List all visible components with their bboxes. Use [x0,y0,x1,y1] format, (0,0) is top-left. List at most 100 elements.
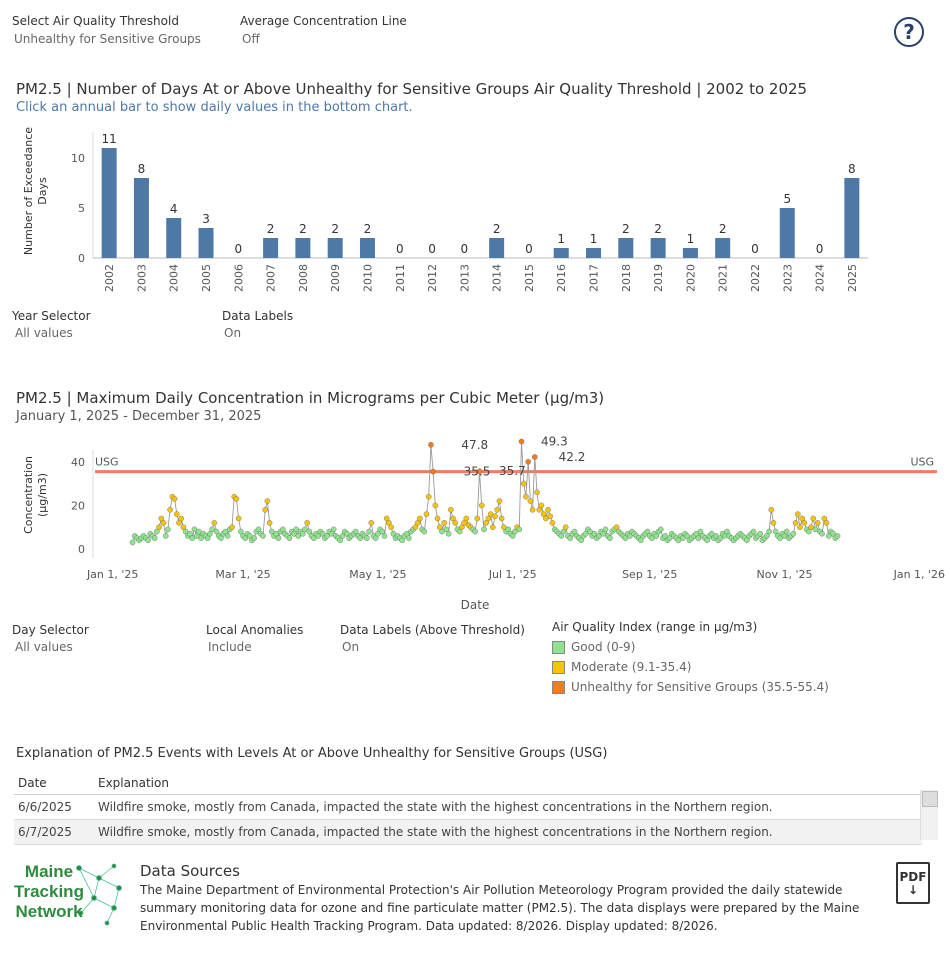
x-tick-label: 2022 [749,264,762,292]
bar-2002 [101,148,117,258]
daily-point [260,533,266,539]
year-selector-value[interactable]: All values [15,326,73,340]
x-tick-label: 2019 [652,264,665,292]
explanation-table-container[interactable]: Date Explanation 6/6/2025 Wildfire smoke… [14,772,922,845]
pdf-download-icon[interactable]: PDF ↓ [896,862,930,904]
daily-point [235,515,242,522]
daily-point [452,520,459,526]
data-sources-body: The Maine Department of Environmental Pr… [140,883,860,933]
x-tick-label: 2013 [458,264,471,292]
scrollbar-thumb[interactable] [922,791,938,807]
table-row[interactable]: 6/7/2025 Wildfire smoke, mostly from Can… [14,819,922,845]
avg-line-filter-label: Average Concentration Line [240,14,407,28]
daily-concentration-chart[interactable]: Concentration(µg/m3) 0 20 40 Jan 1, '25 Mar 1… [0,430,950,615]
annual-exceedance-bar-chart[interactable]: Number of ExceedanceDays0510112002820034… [0,118,950,303]
daily-point [366,528,372,535]
x-tick-label: 2024 [814,264,827,292]
daily-point [472,528,478,535]
table-row[interactable]: 6/6/2025 Wildfire smoke, mostly from Can… [14,794,922,820]
column-header-explanation: Explanation [94,772,922,795]
local-anomalies-value[interactable]: Include [208,640,252,654]
daily-point [368,520,375,526]
avg-line-filter-value[interactable]: Off [242,32,260,46]
bar-2023 [779,208,795,258]
daily-point [801,520,808,526]
point-data-label: 35.5 [464,465,491,479]
data-labels-label: Data Labels [222,309,294,323]
daily-point [229,524,235,530]
aqi-legend: Air Quality Index (range in µg/m3) Good … [552,620,829,697]
day-selector-value[interactable]: All values [15,640,73,654]
data-labels-value[interactable]: On [224,326,241,340]
x-tick-label: 2014 [491,264,504,292]
threshold-filter-value[interactable]: Unhealthy for Sensitive Groups [14,32,201,46]
daily-point [478,502,485,509]
y-axis-title: Number of ExceedanceDays [22,127,49,255]
threshold-label-right: USG [910,456,934,469]
legend-item-good[interactable]: Good (0-9) [552,637,829,657]
year-selector-label: Year Selector [12,309,91,323]
bar-data-label: 2 [493,222,501,236]
row-explanation: Wildfire smoke, mostly from Canada, impa… [94,794,922,820]
x-tick-label: Sep 1, '25 [622,568,677,581]
bar-data-label: 0 [461,242,469,256]
maine-tracking-logo[interactable]: Maine Tracking Network [14,858,129,928]
bar-data-label: 2 [299,222,307,236]
point-data-label: 35.7 [499,464,526,478]
x-tick-label: 2006 [232,264,245,292]
daily-point [496,498,503,504]
bar-data-label: 1 [687,232,695,246]
legend-label: Moderate (9.1-35.4) [571,660,692,674]
bar-2021 [715,238,731,258]
daily-point [388,524,394,530]
bar-2003 [133,178,149,258]
pdf-label: PDF [899,870,927,884]
daily-point [364,535,370,541]
daily-point [810,515,817,522]
daily-point [430,468,436,475]
x-tick-label: 2023 [781,264,794,292]
legend-label: Unhealthy for Sensitive Groups (35.5-55.… [571,680,829,694]
daily-point [162,533,169,539]
daily-point [834,533,841,539]
table-scrollbar[interactable] [920,790,938,840]
point-data-label: 49.3 [541,435,568,449]
data-labels-above-value[interactable]: On [342,640,359,654]
daily-point [750,528,757,535]
daily-point [545,506,551,513]
x-tick-label: May 1, '25 [349,568,406,581]
daily-point [531,454,538,460]
daily-point [330,526,337,533]
daily-point [266,520,273,526]
daily-point [165,526,171,533]
x-tick-label: 2008 [297,264,310,292]
bar-data-label: 0 [396,242,404,256]
daily-point [523,493,529,500]
day-selector-label: Day Selector [12,623,89,637]
legend-item-moderate[interactable]: Moderate (9.1-35.4) [552,657,829,677]
daily-point [448,506,454,513]
daily-point [160,520,167,526]
threshold-label-left: USG [95,456,119,469]
bar-2008 [295,238,311,258]
x-tick-label: 2017 [588,264,601,292]
bar-2014 [489,238,505,258]
bar-chart-subtitle: Click an annual bar to show daily values… [16,100,413,115]
daily-point [432,502,439,509]
legend-title: Air Quality Index (range in µg/m3) [552,620,758,634]
download-arrow-icon: ↓ [907,883,919,897]
daily-point [492,513,498,520]
x-tick-label: Mar 1, '25 [215,568,270,581]
y-axis-title-line: Concentration [22,456,35,534]
explanation-title: Explanation of PM2.5 Events with Levels … [16,746,608,761]
daily-point [547,513,554,520]
x-tick-label: 2002 [103,264,116,292]
bar-data-label: 0 [816,242,824,256]
logo-line-1: Maine [24,862,74,881]
help-icon[interactable]: ? [894,17,924,47]
explanation-table: Date Explanation 6/6/2025 Wildfire smoke… [14,772,922,845]
legend-item-usg[interactable]: Unhealthy for Sensitive Groups (35.5-55.… [552,677,829,697]
x-tick-label: 2016 [555,264,568,292]
moderate-swatch [552,660,565,674]
row-date: 6/6/2025 [14,794,94,820]
